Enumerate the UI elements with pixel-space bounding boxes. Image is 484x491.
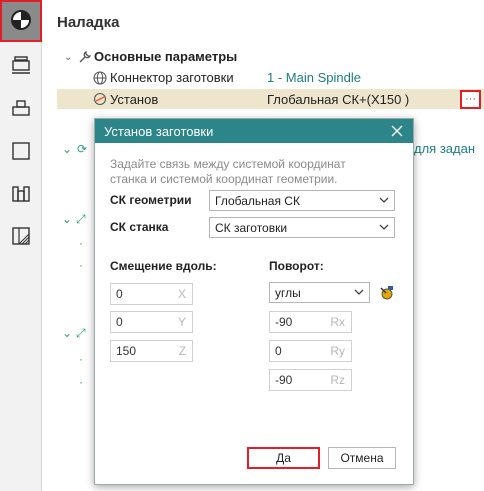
hatched-part-tool-button[interactable]	[4, 220, 38, 254]
geometry-cs-label: СК геометрии	[110, 193, 192, 207]
stock-icon	[10, 53, 32, 78]
bullet-icon: ·	[79, 375, 83, 389]
rotation-ry-axis-label: Ry	[330, 344, 345, 358]
ok-button[interactable]: Да	[247, 447, 320, 469]
chevron-down-icon	[353, 286, 365, 298]
part-tool-button[interactable]	[4, 92, 38, 126]
fixture-icon	[10, 183, 32, 208]
expand-caret-icon[interactable]: ⌄	[62, 212, 72, 226]
setup-value: Глобальная СК+(X150 )	[267, 92, 410, 107]
offset-y-field[interactable]: 0 Y	[110, 311, 193, 333]
rotation-rx-axis-label: Rx	[330, 315, 345, 329]
dialog-header: Установ заготовки	[95, 119, 413, 143]
geometry-cs-value: Глобальная СК	[215, 193, 300, 208]
stock-tool-button[interactable]	[4, 48, 38, 82]
dialog-hint: Задайте связь между системой координат с…	[110, 157, 346, 186]
rotation-rz-axis-label: Rz	[330, 373, 345, 387]
connector-value[interactable]: 1 - Main Spindle	[267, 70, 361, 85]
cancel-button[interactable]: Отмена	[328, 447, 396, 469]
machine-cs-label: СК станка	[110, 220, 169, 234]
box-icon	[10, 140, 32, 165]
expand-caret-icon[interactable]: ⌄	[62, 142, 72, 156]
wrench-icon	[78, 50, 92, 64]
sync-icon: ⟳	[77, 142, 88, 156]
machine-cs-value: СК заготовки	[215, 220, 288, 235]
rotation-rx-value: -90	[275, 315, 293, 329]
connector-label: Коннектор заготовки	[110, 70, 234, 85]
app-window: Наладка ⌄ Основные параметры Коннектор з…	[0, 0, 484, 491]
bullet-icon: ·	[79, 352, 83, 366]
rotation-mode-select[interactable]: углы	[269, 282, 370, 303]
globe-icon	[93, 71, 107, 85]
offset-x-value: 0	[116, 287, 123, 301]
rotation-rz-field[interactable]: -90 Rz	[269, 369, 352, 391]
rotation-label: Поворот:	[269, 259, 324, 273]
hatched-part-icon	[10, 225, 32, 250]
offset-x-field[interactable]: 0 X	[110, 283, 193, 305]
rotation-rx-field[interactable]: -90 Rx	[269, 311, 352, 333]
offset-z-axis-label: Z	[178, 344, 186, 358]
axis-arrow-icon: ⤢	[76, 212, 86, 226]
setup-tool-button[interactable]	[0, 0, 42, 42]
machine-cs-select[interactable]: СК заготовки	[209, 217, 395, 238]
panel-title: Наладка	[57, 14, 120, 31]
offset-y-value: 0	[116, 315, 123, 329]
offset-z-value: 150	[116, 344, 137, 358]
geometry-cs-select[interactable]: Глобальная СК	[209, 190, 395, 211]
offset-y-axis-label: Y	[177, 315, 186, 329]
bullet-icon: ·	[79, 258, 83, 272]
rotation-ry-field[interactable]: 0 Ry	[269, 340, 352, 362]
chevron-down-icon	[378, 221, 390, 233]
dialog-title: Установ заготовки	[104, 123, 214, 139]
close-icon[interactable]	[389, 123, 405, 139]
rotation-rz-value: -90	[275, 373, 293, 387]
bullet-icon: ·	[79, 236, 83, 250]
left-toolbar	[0, 0, 42, 491]
setup-link-icon	[93, 92, 107, 106]
expand-caret-icon[interactable]: ⌄	[62, 326, 72, 340]
background-hint-text: для задан	[414, 141, 476, 156]
offset-label: Смещение вдоль:	[110, 259, 217, 273]
axis-arrow-icon: ⤢	[76, 326, 86, 340]
fixture-tool-button[interactable]	[4, 178, 38, 212]
setup-icon	[10, 9, 32, 34]
pick-rotation-icon[interactable]	[378, 284, 396, 302]
offset-z-field[interactable]: 150 Z	[110, 340, 193, 362]
box-tool-button[interactable]	[4, 135, 38, 169]
rotation-ry-value: 0	[275, 344, 282, 358]
more-button[interactable]: ···	[460, 90, 481, 109]
chevron-down-icon	[378, 194, 390, 206]
offset-x-axis-label: X	[177, 287, 186, 301]
rotation-mode-value: углы	[275, 285, 301, 300]
setup-dialog: Установ заготовки Задайте связь между си…	[94, 118, 414, 485]
group-label[interactable]: Основные параметры	[94, 49, 237, 64]
expand-caret-icon[interactable]: ⌄	[64, 52, 72, 63]
part-icon	[10, 97, 32, 122]
setup-label: Установ	[110, 92, 159, 107]
